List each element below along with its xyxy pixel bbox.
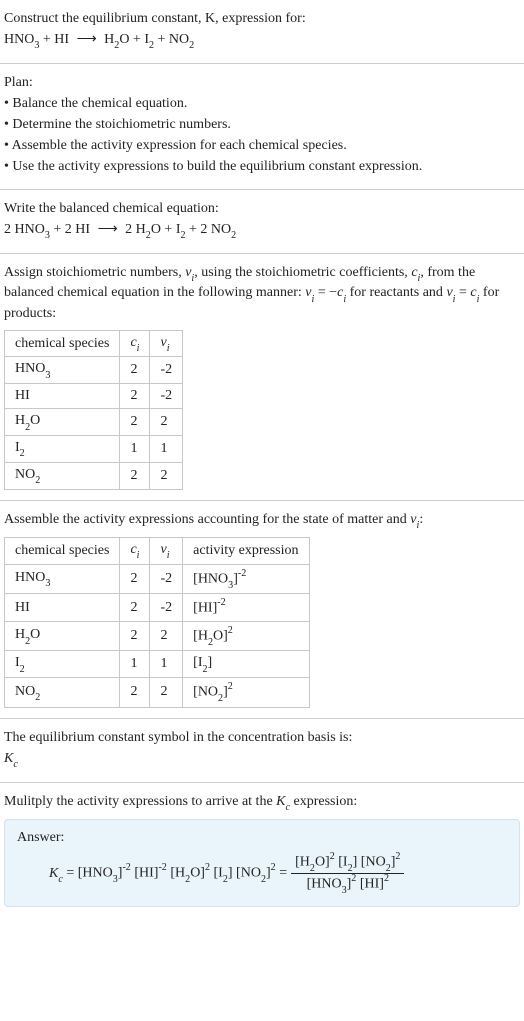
table-cell: -2	[150, 594, 183, 622]
table-cell: 2	[120, 357, 150, 384]
table-cell: 1	[120, 436, 150, 463]
table-header: νi	[150, 330, 183, 357]
table-cell: 2	[120, 678, 150, 707]
table-cell: 1	[150, 436, 183, 463]
table-cell: HI	[5, 384, 120, 409]
table-cell: 2	[150, 462, 183, 489]
table-cell: [I2]	[183, 651, 309, 678]
table-row: NO222[NO2]2	[5, 678, 310, 707]
table-cell: 2	[120, 409, 150, 436]
table-cell: H2O	[5, 409, 120, 436]
table-cell: 2	[120, 564, 150, 593]
stoich-section: Assign stoichiometric numbers, νi, using…	[0, 254, 524, 501]
balanced-section: Write the balanced chemical equation: 2 …	[0, 190, 524, 254]
table-cell: HNO3	[5, 564, 120, 593]
table-row: HI2-2	[5, 384, 183, 409]
table-row: H2O22	[5, 409, 183, 436]
stoich-table: chemical speciesciνi HNO32-2HI2-2H2O22I2…	[4, 330, 183, 490]
table-header: νi	[150, 538, 183, 565]
table-header: chemical species	[5, 330, 120, 357]
table-header: activity expression	[183, 538, 309, 565]
answer-label: Answer:	[17, 830, 507, 846]
table-cell: -2	[150, 357, 183, 384]
table-row: HNO32-2[HNO3]-2	[5, 564, 310, 593]
table-cell: H2O	[5, 621, 120, 650]
table-row: HNO32-2	[5, 357, 183, 384]
final-intro: Mulitply the activity expressions to arr…	[4, 793, 520, 813]
activity-table: chemical speciesciνiactivity expression …	[4, 537, 310, 708]
plan-section: Plan: • Balance the chemical equation.• …	[0, 64, 524, 189]
table-cell: 2	[120, 594, 150, 622]
answer-fraction: [H2O]2 [I2] [NO2]2 [HNO3]2 [HI]2	[291, 852, 404, 894]
plan-item: • Assemble the activity expression for e…	[4, 137, 520, 156]
table-cell: [H2O]2	[183, 621, 309, 650]
table-cell: 2	[120, 621, 150, 650]
symbol-text: The equilibrium constant symbol in the c…	[4, 729, 520, 748]
stoich-intro: Assign stoichiometric numbers, νi, using…	[4, 264, 520, 324]
table-cell: [NO2]2	[183, 678, 309, 707]
table-row: HI2-2[HI]-2	[5, 594, 310, 622]
table-row: H2O22[H2O]2	[5, 621, 310, 650]
unbalanced-equation: HNO3 + HI ⟶ H2O + I2 + NO2	[4, 31, 520, 51]
table-cell: [HNO3]-2	[183, 564, 309, 593]
fraction-denominator: [HNO3]2 [HI]2	[291, 874, 404, 894]
balanced-equation: 2 HNO3 + 2 HI ⟶ 2 H2O + I2 + 2 NO2	[4, 221, 520, 241]
table-cell: HI	[5, 594, 120, 622]
table-cell: -2	[150, 384, 183, 409]
plan-item: • Balance the chemical equation.	[4, 95, 520, 114]
table-header: chemical species	[5, 538, 120, 565]
plan-list: • Balance the chemical equation. • Determ…	[4, 95, 520, 177]
table-cell: I2	[5, 651, 120, 678]
table-cell: -2	[150, 564, 183, 593]
table-cell: HNO3	[5, 357, 120, 384]
fraction-numerator: [H2O]2 [I2] [NO2]2	[291, 852, 404, 873]
final-section: Mulitply the activity expressions to arr…	[0, 783, 524, 917]
plan-item: • Use the activity expressions to build …	[4, 158, 520, 177]
table-cell: 1	[120, 651, 150, 678]
table-header: ci	[120, 330, 150, 357]
activity-section: Assemble the activity expressions accoun…	[0, 501, 524, 719]
table-cell: 2	[120, 384, 150, 409]
table-header: ci	[120, 538, 150, 565]
table-cell: 2	[150, 678, 183, 707]
plan-item: • Determine the stoichiometric numbers.	[4, 116, 520, 135]
table-cell: 2	[150, 621, 183, 650]
symbol-kc: Kc	[4, 750, 520, 770]
table-cell: 1	[150, 651, 183, 678]
table-cell: [HI]-2	[183, 594, 309, 622]
table-cell: 2	[150, 409, 183, 436]
balanced-title: Write the balanced chemical equation:	[4, 200, 520, 219]
prompt-section: Construct the equilibrium constant, K, e…	[0, 0, 524, 64]
answer-expression: Kc = [HNO3]-2 [HI]-2 [H2O]2 [I2] [NO2]2 …	[17, 852, 507, 894]
table-cell: 2	[120, 462, 150, 489]
table-cell: I2	[5, 436, 120, 463]
plan-title: Plan:	[4, 74, 520, 93]
symbol-section: The equilibrium constant symbol in the c…	[0, 719, 524, 783]
table-row: I211[I2]	[5, 651, 310, 678]
table-row: I211	[5, 436, 183, 463]
answer-lhs: Kc = [HNO3]-2 [HI]-2 [H2O]2 [I2] [NO2]2 …	[49, 863, 287, 883]
table-row: NO222	[5, 462, 183, 489]
table-cell: NO2	[5, 678, 120, 707]
answer-box: Answer: Kc = [HNO3]-2 [HI]-2 [H2O]2 [I2]…	[4, 819, 520, 907]
activity-intro: Assemble the activity expressions accoun…	[4, 511, 520, 531]
table-cell: NO2	[5, 462, 120, 489]
prompt-text: Construct the equilibrium constant, K, e…	[4, 10, 520, 29]
